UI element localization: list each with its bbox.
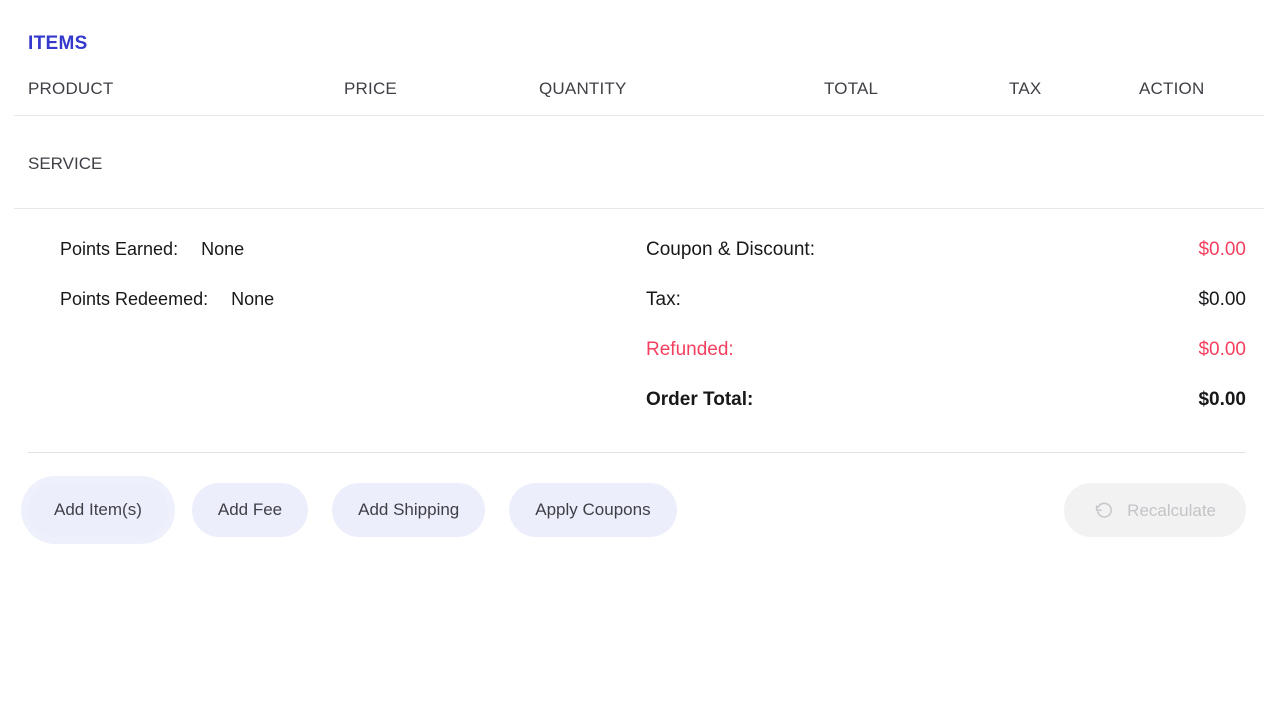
- order-total-row: Order Total: $0.00: [646, 389, 1246, 411]
- refunded-value: $0.00: [1198, 339, 1246, 360]
- order-items-panel: ITEMS PRODUCT PRICE QUANTITY TOTAL TAX A…: [0, 0, 1274, 710]
- column-header-tax: TAX: [1009, 79, 1139, 116]
- column-header-product: PRODUCT: [14, 79, 344, 116]
- column-header-action: ACTION: [1139, 79, 1264, 116]
- coupon-discount-label: Coupon & Discount:: [646, 239, 815, 260]
- column-header-total: TOTAL: [824, 79, 1009, 116]
- recalculate-label: Recalculate: [1127, 500, 1216, 520]
- tax-value: $0.00: [1198, 289, 1246, 310]
- add-items-button[interactable]: Add Item(s): [28, 483, 168, 537]
- items-table-body: SERVICE: [14, 115, 1264, 209]
- recalculate-button[interactable]: Recalculate: [1064, 483, 1246, 537]
- points-redeemed-row: Points Redeemed: None: [60, 289, 628, 310]
- page-title: ITEMS: [28, 33, 88, 54]
- order-summary: Points Earned: None Points Redeemed: Non…: [14, 239, 1260, 411]
- rotate-ccw-icon: [1094, 500, 1114, 520]
- refunded-row: Refunded: $0.00: [646, 339, 1246, 361]
- apply-coupons-button[interactable]: Apply Coupons: [509, 483, 677, 537]
- cell-tax: [1009, 115, 1139, 209]
- cell-price: [344, 115, 539, 209]
- tax-label: Tax:: [646, 289, 681, 310]
- coupon-discount-value: $0.00: [1198, 239, 1246, 260]
- coupon-discount-row: Coupon & Discount: $0.00: [646, 239, 1246, 261]
- table-header-row: PRODUCT PRICE QUANTITY TOTAL TAX ACTION: [14, 79, 1264, 116]
- totals-summary: Coupon & Discount: $0.00 Tax: $0.00 Refu…: [628, 239, 1246, 411]
- items-table: PRODUCT PRICE QUANTITY TOTAL TAX ACTION …: [14, 79, 1264, 209]
- add-fee-button[interactable]: Add Fee: [191, 483, 309, 537]
- order-total-label: Order Total:: [646, 389, 754, 410]
- column-header-quantity: QUANTITY: [539, 79, 824, 116]
- tax-row: Tax: $0.00: [646, 289, 1246, 311]
- items-table-head: PRODUCT PRICE QUANTITY TOTAL TAX ACTION: [14, 79, 1264, 116]
- action-bar: Add Item(s) Add Fee Add Shipping Apply C…: [14, 453, 1260, 537]
- order-total-value: $0.00: [1198, 389, 1246, 410]
- points-earned-row: Points Earned: None: [60, 239, 628, 260]
- points-summary: Points Earned: None Points Redeemed: Non…: [28, 239, 628, 411]
- refunded-label: Refunded:: [646, 339, 734, 360]
- cell-action: [1139, 115, 1264, 209]
- column-header-price: PRICE: [344, 79, 539, 116]
- cell-quantity: [539, 115, 824, 209]
- table-row: SERVICE: [14, 115, 1264, 209]
- points-redeemed-label: Points Redeemed:: [60, 289, 209, 309]
- cell-total: [824, 115, 1009, 209]
- points-earned-value: None: [201, 239, 245, 259]
- points-earned-label: Points Earned:: [60, 239, 179, 259]
- add-shipping-button[interactable]: Add Shipping: [332, 483, 486, 537]
- cell-product: SERVICE: [14, 115, 344, 209]
- points-redeemed-value: None: [231, 289, 275, 309]
